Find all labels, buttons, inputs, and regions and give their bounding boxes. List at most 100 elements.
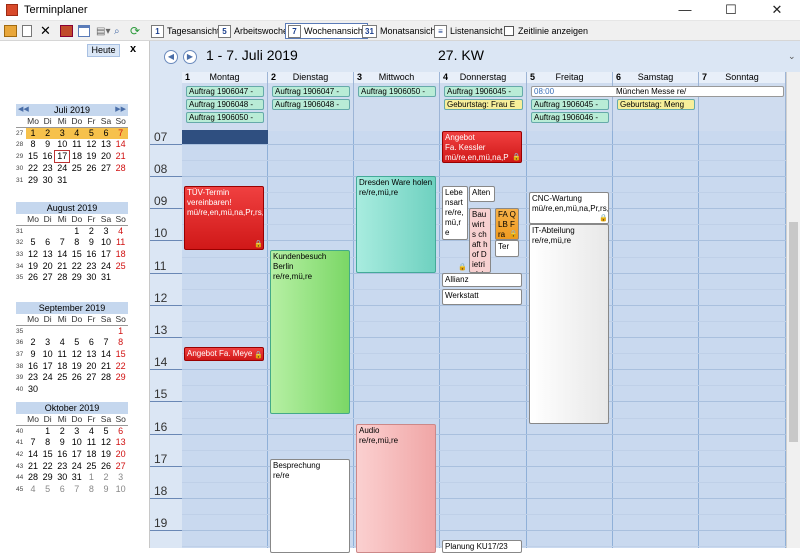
vertical-scrollbar[interactable] bbox=[786, 72, 800, 548]
allday-event[interactable]: Auftrag 1906048 - bbox=[272, 99, 350, 110]
calendar-day[interactable]: 21 bbox=[113, 151, 128, 163]
calendar-day[interactable]: 26 bbox=[84, 163, 99, 175]
calendar-day[interactable]: 18 bbox=[113, 249, 128, 261]
calendar-day[interactable]: 31 bbox=[55, 174, 70, 186]
calendar-day[interactable]: 5 bbox=[40, 484, 55, 496]
previous-month-icon[interactable]: ◀◀ bbox=[18, 104, 29, 116]
calendar-day[interactable]: 23 bbox=[26, 372, 41, 384]
calendar-day[interactable]: 5 bbox=[84, 127, 99, 140]
calendar-day[interactable]: 19 bbox=[26, 260, 41, 272]
calendar-day[interactable]: 3 bbox=[70, 426, 85, 438]
calendar-day[interactable]: 28 bbox=[55, 272, 70, 284]
day-header-tue[interactable]: 2 Dienstag bbox=[268, 72, 354, 83]
calendar-day[interactable]: 9 bbox=[40, 139, 55, 151]
calendar-day[interactable]: 8 bbox=[84, 484, 99, 496]
calendar-day[interactable]: 1 bbox=[40, 426, 55, 438]
calendar-day[interactable]: 16 bbox=[84, 249, 99, 261]
calendar-day[interactable]: 20 bbox=[84, 360, 99, 372]
allday-event[interactable]: Auftrag 1906046 - bbox=[531, 112, 609, 123]
calendar-day[interactable]: 28 bbox=[26, 472, 41, 484]
calendar-day[interactable]: 9 bbox=[99, 484, 114, 496]
calendar-day[interactable]: 4 bbox=[113, 226, 128, 238]
calendar-day[interactable]: 17 bbox=[99, 249, 114, 261]
delete-icon[interactable]: ✕ bbox=[40, 23, 51, 39]
calendar-day[interactable]: 24 bbox=[70, 460, 85, 472]
calendar-day[interactable]: 29 bbox=[113, 372, 128, 384]
calendar-day[interactable]: 20 bbox=[113, 449, 128, 461]
calendar-day[interactable]: 5 bbox=[70, 337, 85, 349]
calendar-day[interactable]: 29 bbox=[40, 472, 55, 484]
event-lebensart[interactable]: Lebe nsart re/re, mü,r e bbox=[442, 185, 468, 241]
calendar-day[interactable]: 8 bbox=[113, 337, 128, 349]
allday-event[interactable]: Auftrag 1906050 - bbox=[186, 112, 264, 123]
birthday-event[interactable]: Geburtstag: Frau E bbox=[444, 99, 523, 110]
calendar-day[interactable]: 27 bbox=[99, 163, 114, 175]
calendar-icon[interactable] bbox=[78, 23, 90, 39]
calendar-day[interactable]: 6 bbox=[40, 237, 55, 249]
calendar-day[interactable]: 4 bbox=[26, 484, 41, 496]
day-column-sat[interactable] bbox=[613, 131, 699, 548]
calendar-day[interactable]: 25 bbox=[113, 260, 128, 272]
calendar-day[interactable]: 10 bbox=[70, 437, 85, 449]
event-it-abteilung[interactable]: IT-Abteilung re/re,mü,re bbox=[529, 224, 609, 424]
event-planung[interactable]: Planung KU17/23 bbox=[442, 539, 522, 553]
calendar-day[interactable]: 24 bbox=[55, 163, 70, 175]
calendar-day[interactable]: 1 bbox=[113, 326, 128, 338]
calendar-day[interactable]: 6 bbox=[113, 426, 128, 438]
birthday-event[interactable]: Geburtstag: Meng bbox=[617, 99, 695, 110]
close-button[interactable]: ✕ bbox=[754, 0, 800, 21]
calendar-day[interactable]: 14 bbox=[26, 449, 41, 461]
calendar-day[interactable]: 8 bbox=[70, 237, 85, 249]
event-dresden[interactable]: Dresden Ware holen re/re,mü,re bbox=[356, 176, 436, 273]
calendar-day[interactable]: 15 bbox=[113, 349, 128, 361]
calendar-day[interactable]: 10 bbox=[113, 484, 128, 496]
calendar-day[interactable]: 4 bbox=[69, 127, 85, 140]
allday-event[interactable]: Auftrag 1906050 - bbox=[358, 86, 436, 97]
new-document-icon[interactable] bbox=[22, 23, 32, 39]
calendar-day[interactable]: 27 bbox=[113, 460, 128, 472]
calendar-day[interactable]: 9 bbox=[26, 349, 41, 361]
calendar-day[interactable]: 1 bbox=[25, 127, 41, 140]
calendar-day[interactable]: 3 bbox=[40, 337, 55, 349]
today-button[interactable]: Heute bbox=[87, 44, 120, 57]
calendar-day[interactable]: 15 bbox=[26, 151, 41, 163]
calendar-day[interactable]: 11 bbox=[84, 437, 99, 449]
calendar-day[interactable]: 18 bbox=[84, 449, 99, 461]
calendar-day[interactable]: 1 bbox=[84, 472, 99, 484]
tab-listenansicht[interactable]: ≡ Listenansicht bbox=[434, 23, 503, 39]
calendar-day[interactable]: 11 bbox=[70, 139, 85, 151]
event-allianz[interactable]: Allianz bbox=[442, 272, 522, 288]
calendar-day[interactable]: 30 bbox=[84, 272, 99, 284]
calendar-day[interactable]: 17 bbox=[70, 449, 85, 461]
tab-monatsansicht[interactable]: 31 Monatsansicht bbox=[362, 23, 438, 39]
calendar-day[interactable]: 11 bbox=[113, 237, 128, 249]
calendar-day[interactable]: 22 bbox=[40, 460, 55, 472]
calendar-day[interactable]: 31 bbox=[70, 472, 85, 484]
calendar-day[interactable]: 26 bbox=[70, 372, 85, 384]
calendar-day[interactable]: 14 bbox=[99, 349, 114, 361]
calendar-day[interactable]: 12 bbox=[26, 249, 41, 261]
allday-event[interactable]: Auftrag 1906045 - bbox=[444, 86, 523, 97]
calendar-day[interactable]: 16 bbox=[26, 360, 41, 372]
day-header-mon[interactable]: 1 Montag bbox=[182, 72, 268, 83]
calendar-day[interactable]: 6 bbox=[98, 127, 114, 140]
calendar-day[interactable]: 9 bbox=[84, 237, 99, 249]
calendar-day[interactable]: 14 bbox=[113, 139, 128, 151]
next-week-button[interactable]: ▶ bbox=[183, 50, 197, 64]
calendar-day[interactable]: 4 bbox=[84, 426, 99, 438]
event-alten[interactable]: Alten bbox=[469, 185, 495, 202]
calendar-day[interactable]: 25 bbox=[84, 460, 99, 472]
day-header-fri[interactable]: 5 Freitag bbox=[527, 72, 613, 83]
timeline-checkbox[interactable]: Zeitlinie anzeigen bbox=[504, 23, 588, 39]
calendar-day[interactable]: 7 bbox=[99, 337, 114, 349]
calendar-day[interactable]: 24 bbox=[99, 260, 114, 272]
calendar-day[interactable]: 3 bbox=[99, 226, 114, 238]
calendar-day[interactable]: 23 bbox=[40, 163, 55, 175]
calendar-day[interactable]: 2 bbox=[55, 426, 70, 438]
calendar-day[interactable]: 19 bbox=[84, 151, 99, 163]
calendar-day[interactable]: 20 bbox=[40, 260, 55, 272]
calendar-day[interactable]: 14 bbox=[55, 249, 70, 261]
calendar-day[interactable]: 17 bbox=[54, 150, 71, 164]
event-cnc-wartung[interactable]: CNC-Wartung mü/re,en,mü,na,Pr,rs,re,st,t… bbox=[529, 192, 609, 225]
calendar-day[interactable]: 27 bbox=[84, 372, 99, 384]
